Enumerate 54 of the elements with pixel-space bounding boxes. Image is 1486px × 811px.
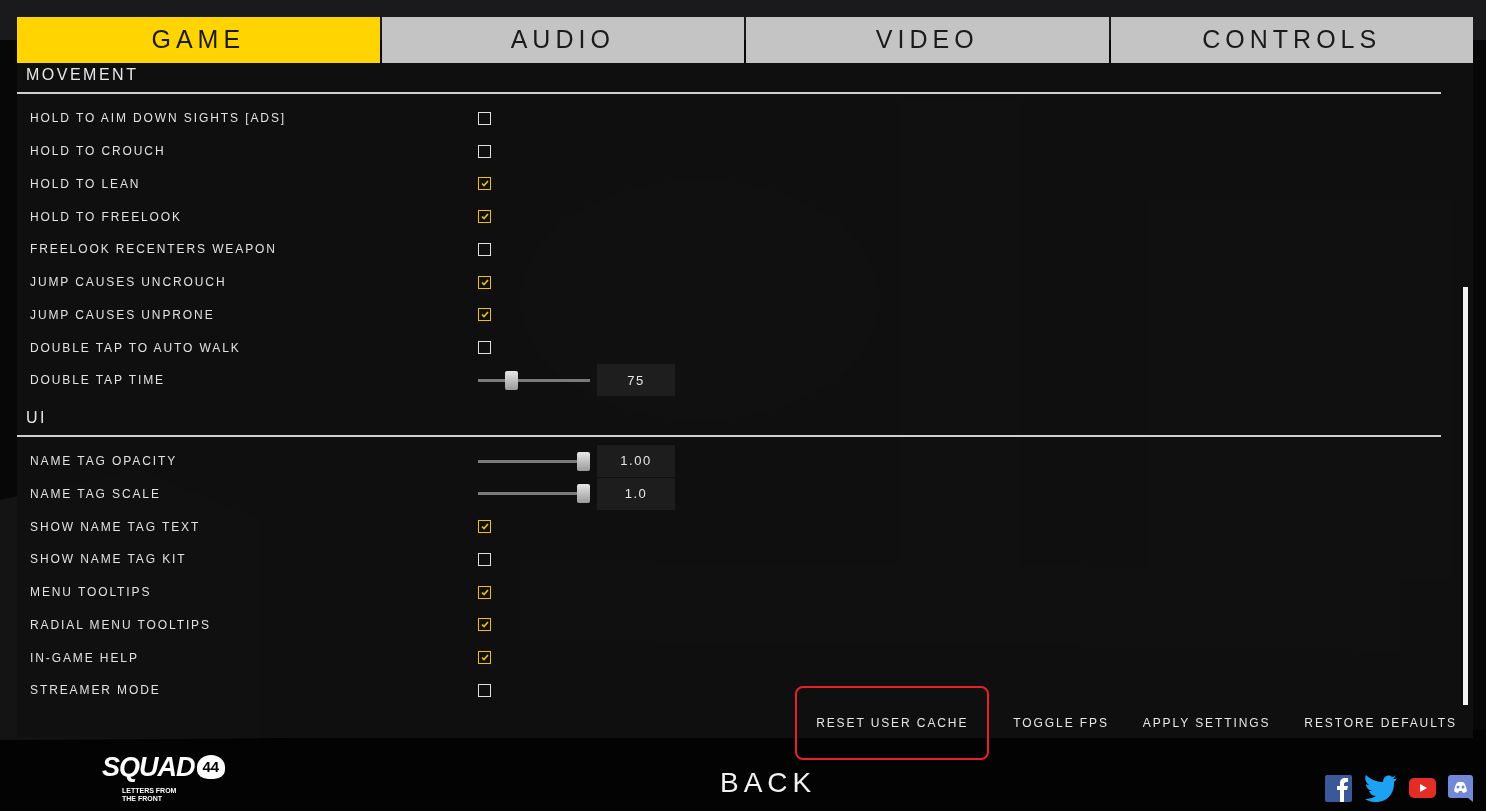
setting-label: HOLD TO FREELOOK (30, 208, 183, 226)
setting-label: DOUBLE TAP TIME (30, 372, 166, 390)
action-button[interactable]: APPLY SETTINGS (1140, 711, 1273, 734)
setting-label: DOUBLE TAP TO AUTO WALK (30, 339, 242, 357)
square-logo-icon[interactable] (1325, 774, 1352, 802)
action-button[interactable]: RESET USER CACHE (795, 685, 990, 760)
checkbox[interactable] (478, 341, 491, 355)
bird-icon[interactable] (1364, 774, 1397, 802)
value-field[interactable]: 1.0 (597, 477, 675, 510)
setting-label: SHOW NAME TAG TEXT (30, 518, 202, 536)
slider-thumb[interactable] (504, 370, 518, 390)
value-field[interactable]: 75 (597, 364, 675, 397)
setting-label: JUMP CAUSES UNPRONE (30, 306, 216, 324)
checkbox[interactable] (478, 275, 491, 289)
setting-label: FREELOOK RECENTERS WEAPON (30, 241, 278, 259)
checkbox[interactable] (478, 144, 491, 158)
checkbox[interactable] (478, 651, 491, 665)
setting-label: HOLD TO AIM DOWN SIGHTS [ADS] (30, 110, 288, 128)
value-field[interactable]: 1.00 (597, 445, 675, 478)
checkbox[interactable] (478, 520, 491, 534)
section-heading: MOVEMENT (17, 63, 1441, 94)
checkbox[interactable] (478, 242, 491, 256)
checkbox[interactable] (478, 585, 491, 599)
setting-label: NAME TAG SCALE (30, 485, 162, 503)
logo-title: SQUAD (102, 750, 195, 784)
play-icon[interactable] (1409, 778, 1436, 798)
action-button[interactable]: RESTORE DEFAULTS (1302, 711, 1459, 734)
action-button[interactable]: TOGGLE FPS (1011, 711, 1111, 734)
tab[interactable]: CONTROLS (1110, 17, 1473, 63)
setting-label: SHOW NAME TAG KIT (30, 551, 188, 569)
setting-label: JUMP CAUSES UNCROUCH (30, 274, 228, 292)
back-button[interactable]: BACK (714, 762, 823, 804)
tab[interactable]: GAME (17, 17, 380, 63)
setting-label: RADIAL MENU TOOLTIPS (30, 616, 212, 634)
section-heading: UI (17, 405, 1441, 437)
tab[interactable]: VIDEO (746, 17, 1109, 63)
checkbox[interactable] (478, 308, 491, 322)
setting-label: MENU TOOLTIPS (30, 584, 153, 602)
checkbox[interactable] (478, 618, 491, 632)
setting-label: NAME TAG OPACITY (30, 453, 179, 471)
checkbox[interactable] (478, 552, 491, 566)
slider-thumb[interactable] (577, 484, 590, 504)
checkbox[interactable] (478, 210, 491, 224)
setting-label: STREAMER MODE (30, 682, 162, 700)
setting-label: HOLD TO LEAN (30, 175, 142, 193)
setting-label: HOLD TO CROUCH (30, 143, 167, 161)
checkbox[interactable] (478, 177, 491, 191)
setting-label: IN-GAME HELP (30, 649, 140, 667)
checkbox[interactable] (478, 683, 491, 697)
scrollbar-thumb[interactable] (1463, 287, 1468, 705)
checkbox[interactable] (478, 111, 491, 125)
chat-logo-icon[interactable] (1448, 774, 1473, 802)
slider-thumb[interactable] (577, 451, 590, 471)
tab[interactable]: AUDIO (381, 17, 744, 63)
